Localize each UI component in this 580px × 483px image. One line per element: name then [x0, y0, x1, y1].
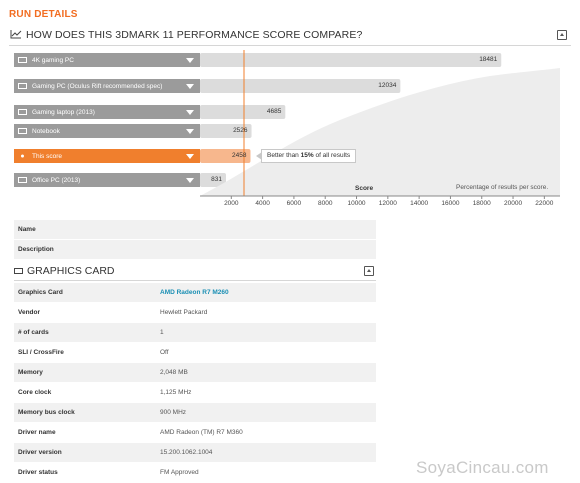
table-row: Graphics Card AMD Radeon R7 M260	[14, 283, 376, 303]
row-key: Core clock	[18, 389, 52, 396]
row-key: # of cards	[18, 329, 49, 336]
axis-tick-label: 10000	[347, 200, 366, 207]
comparison-row-selector[interactable]: Gaming laptop (2013)	[14, 105, 200, 119]
collapse-compare-button[interactable]	[557, 30, 567, 40]
comparison-row-selector[interactable]: ● This score	[14, 149, 200, 163]
axis-tick-label: 2000	[224, 200, 239, 207]
compare-section-header: HOW DOES THIS 3DMARK 11 PERFORMANCE SCOR…	[9, 26, 571, 46]
axis-tick-label: 8000	[317, 200, 333, 207]
row-value: Off	[160, 349, 169, 356]
row-key: Description	[18, 246, 54, 253]
axis-tick-label: 22000	[535, 200, 554, 207]
comparison-row-label: Gaming laptop (2013)	[32, 108, 95, 116]
percentile-tooltip: Better than 15% of all results	[255, 149, 357, 163]
device-icon	[18, 57, 27, 63]
table-row: # of cards 1	[14, 323, 376, 343]
axis-tick-label: 6000	[286, 200, 302, 207]
axis-tick-label: 16000	[441, 200, 460, 207]
collapse-graphics-card-button[interactable]	[364, 266, 374, 276]
chevron-down-icon[interactable]	[186, 153, 194, 159]
table-row: Vendor Hewlett Packard	[14, 303, 376, 323]
table-row: Memory bus clock 900 MHz	[14, 403, 376, 423]
graphics-card-title: GRAPHICS CARD	[27, 265, 115, 277]
lightbulb-icon: ●	[20, 152, 25, 160]
comparison-row-selector[interactable]: Office PC (2013)	[14, 173, 200, 187]
table-row: SLI / CrossFire Off	[14, 343, 376, 363]
comparison-row-label: Gaming PC (Oculus Rift recommended spec)	[32, 82, 163, 90]
run-info-table: Name Description	[14, 220, 376, 260]
comparison-score: 831	[211, 176, 222, 183]
row-key: Driver version	[18, 449, 62, 456]
comparison-row-label: This score	[32, 152, 62, 160]
table-row: Driver name AMD Radeon (TM) R7 M360	[14, 423, 376, 443]
chevron-down-icon[interactable]	[186, 128, 194, 134]
axis-tick-label: 12000	[378, 200, 397, 207]
watermark: SoyaCincau.com	[416, 458, 549, 477]
axis-tick-label: 18000	[472, 200, 491, 207]
comparison-row-selector[interactable]: Gaming PC (Oculus Rift recommended spec)	[14, 79, 200, 93]
row-value: AMD Radeon (TM) R7 M360	[160, 429, 243, 436]
comparison-score: 18481	[479, 56, 498, 63]
table-row: Core clock 1,125 MHz	[14, 383, 376, 403]
axis-title: Score	[355, 185, 374, 192]
comparison-row-label: Office PC (2013)	[32, 176, 81, 184]
line-chart-icon	[10, 30, 22, 39]
row-value: 2,048 MB	[160, 369, 188, 376]
row-value: 900 MHz	[160, 409, 187, 416]
comparison-row-label: Notebook	[32, 127, 60, 135]
row-value: 15.200.1062.1004	[160, 449, 213, 456]
row-value: Hewlett Packard	[160, 309, 208, 316]
comparison-row-label: 4K gaming PC	[32, 56, 74, 64]
row-value: 1	[160, 329, 164, 336]
monitor-icon	[14, 268, 23, 274]
graphics-card-section-header: GRAPHICS CARD	[14, 262, 376, 281]
axis-note: Percentage of results per score.	[456, 184, 549, 191]
row-key: Vendor	[18, 309, 41, 316]
tooltip-prefix: Better than	[267, 152, 299, 159]
row-value: 1,125 MHz	[160, 389, 192, 396]
device-icon	[18, 109, 27, 115]
chevron-down-icon[interactable]	[186, 109, 194, 115]
table-row: Description	[14, 240, 376, 260]
row-key: Name	[18, 226, 36, 233]
axis-tick-label: 14000	[410, 200, 429, 207]
table-row: Driver version 15.200.1062.1004	[14, 443, 376, 463]
row-key: SLI / CrossFire	[18, 349, 64, 356]
compare-title: HOW DOES THIS 3DMARK 11 PERFORMANCE SCOR…	[26, 29, 363, 41]
row-key: Driver status	[18, 469, 58, 476]
row-key: Driver name	[18, 429, 56, 436]
comparison-row-selector[interactable]: 4K gaming PC	[14, 53, 200, 67]
device-icon	[18, 83, 27, 89]
graphics-card-table: Graphics Card AMD Radeon R7 M260 Vendor Hew…	[14, 283, 376, 483]
score-bar	[200, 53, 502, 67]
row-key: Memory	[18, 369, 43, 376]
chevron-down-icon[interactable]	[186, 57, 194, 63]
table-row: Memory 2,048 MB	[14, 363, 376, 383]
comparison-score: 2458	[232, 152, 247, 159]
comparison-score: 4685	[266, 108, 282, 115]
table-row: Driver status FM Approved	[14, 463, 376, 483]
device-icon	[18, 177, 27, 183]
comparison-row-selector[interactable]: Notebook	[14, 124, 200, 138]
comparison-score: 12034	[378, 82, 397, 89]
axis-tick-label: 20000	[503, 200, 523, 207]
table-row: Name	[14, 220, 376, 240]
chevron-down-icon[interactable]	[186, 177, 194, 183]
chevron-down-icon[interactable]	[186, 83, 194, 89]
tooltip-suffix: of all results	[315, 152, 351, 159]
row-key: Graphics Card	[18, 289, 63, 296]
row-key: Memory bus clock	[18, 409, 75, 416]
device-icon	[18, 128, 27, 134]
run-details-title: RUN DETAILS	[9, 9, 78, 20]
row-value: FM Approved	[160, 469, 199, 476]
tooltip-percent: 15%	[300, 152, 314, 159]
axis-tick-label: 4000	[255, 200, 270, 207]
graphics-card-link[interactable]: AMD Radeon R7 M260	[160, 289, 229, 296]
comparison-score: 2526	[233, 127, 248, 134]
